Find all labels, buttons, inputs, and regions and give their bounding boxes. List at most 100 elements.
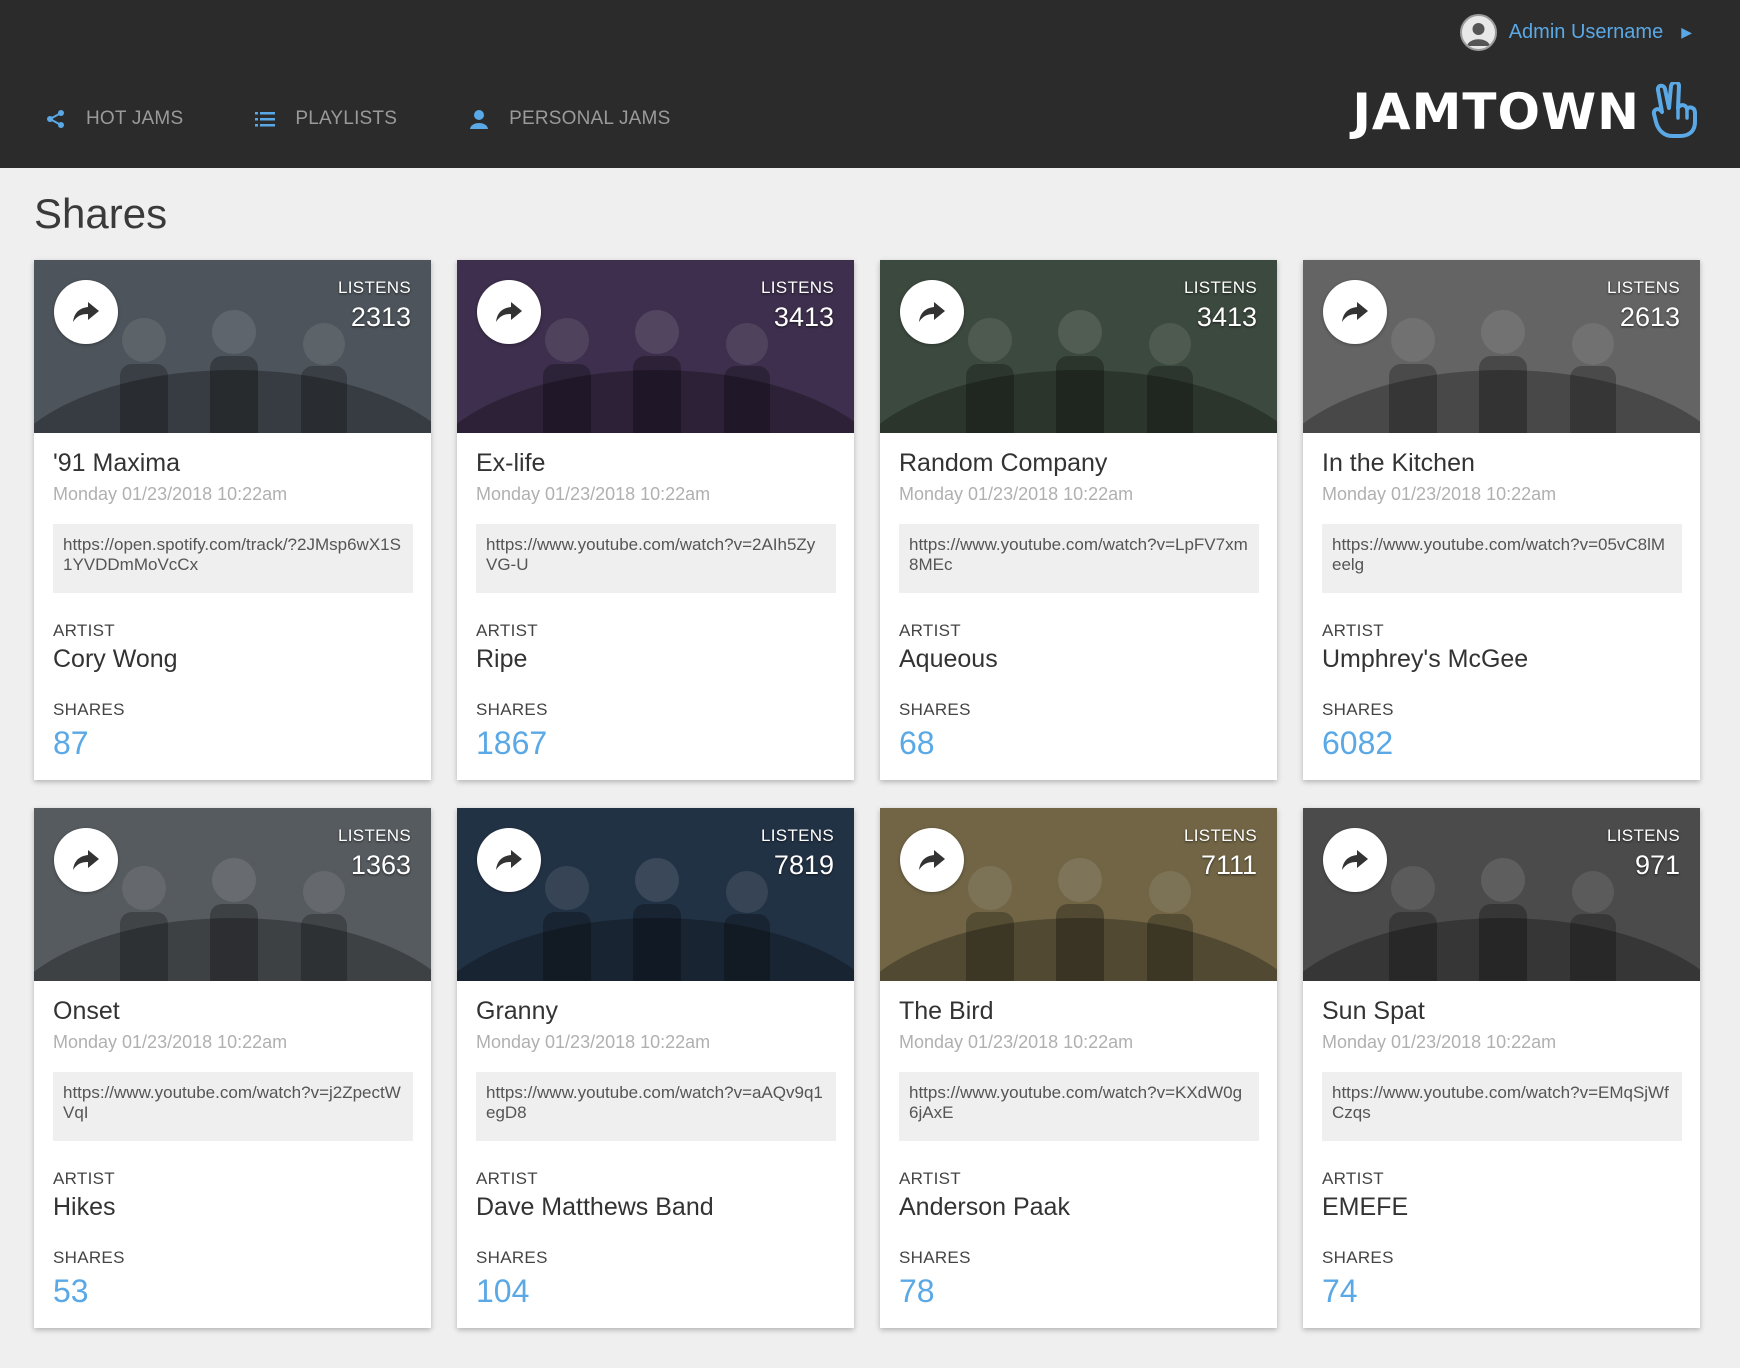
logo-text: JAMTOWN — [1352, 83, 1640, 141]
track-url[interactable]: https://www.youtube.com/watch?v=05vC8lMe… — [1322, 524, 1682, 593]
listens-label: LISTENS — [1607, 826, 1680, 845]
shares-count: 87 — [53, 725, 89, 761]
listens-count: 7819 — [773, 850, 834, 880]
listens-block: LISTENS 7111 — [1184, 826, 1257, 881]
shares-label: SHARES — [1322, 700, 1394, 719]
share-icon — [44, 107, 68, 131]
shares-label: SHARES — [476, 1248, 548, 1267]
shares-count: 74 — [1322, 1273, 1358, 1309]
listens-block: LISTENS 3413 — [761, 278, 834, 333]
listens-count: 1363 — [350, 850, 411, 880]
card-photo: LISTENS 2313 — [34, 260, 431, 433]
shares-count: 1867 — [476, 725, 548, 761]
listens-block: LISTENS 2313 — [338, 278, 411, 333]
jamtown-logo[interactable]: JAMTOWN — [1352, 79, 1700, 142]
person-icon — [467, 107, 491, 131]
artist-name: Anderson Paak — [899, 1193, 1070, 1221]
share-date: Monday 01/23/2018 10:22am — [1322, 484, 1557, 504]
share-card[interactable]: LISTENS 2613 In the Kitchen Monday 01/23… — [1303, 260, 1700, 780]
track-url[interactable]: https://www.youtube.com/watch?v=LpFV7xm8… — [899, 524, 1259, 593]
card-photo: LISTENS 2613 — [1303, 260, 1700, 433]
share-button[interactable] — [477, 280, 541, 344]
card-photo: LISTENS 7819 — [457, 808, 854, 981]
top-bar: Admin Username ▶ HOT JAMS PLAYLISTS PERS… — [0, 0, 1740, 168]
listens-count: 7111 — [1200, 850, 1257, 880]
share-card[interactable]: LISTENS 7819 Granny Monday 01/23/2018 10… — [457, 808, 854, 1328]
share-card[interactable]: LISTENS 1363 Onset Monday 01/23/2018 10:… — [34, 808, 431, 1328]
track-url[interactable]: https://open.spotify.com/track/?2JMsp6wX… — [53, 524, 413, 593]
share-button[interactable] — [900, 828, 964, 892]
share-card[interactable]: LISTENS 3413 Ex-life Monday 01/23/2018 1… — [457, 260, 854, 780]
card-body: Onset Monday 01/23/2018 10:22am https://… — [34, 981, 431, 1310]
listens-block: LISTENS 3413 — [1184, 278, 1257, 333]
track-title[interactable]: Sun Spat — [1322, 997, 1682, 1026]
listens-count: 3413 — [773, 302, 834, 332]
share-card[interactable]: LISTENS 7111 The Bird Monday 01/23/2018 … — [880, 808, 1277, 1328]
card-body: The Bird Monday 01/23/2018 10:22am https… — [880, 981, 1277, 1310]
share-date: Monday 01/23/2018 10:22am — [476, 484, 711, 504]
artist-label: ARTIST — [1322, 1169, 1384, 1188]
artist-label: ARTIST — [53, 621, 115, 640]
track-title[interactable]: Granny — [476, 997, 836, 1026]
share-arrow-icon — [1342, 850, 1368, 870]
card-photo: LISTENS 1363 — [34, 808, 431, 981]
artist-name: Aqueous — [899, 645, 998, 673]
track-url[interactable]: https://www.youtube.com/watch?v=KXdW0g6j… — [899, 1072, 1259, 1141]
share-arrow-icon — [496, 850, 522, 870]
card-body: In the Kitchen Monday 01/23/2018 10:22am… — [1303, 433, 1700, 762]
track-title[interactable]: In the Kitchen — [1322, 449, 1682, 478]
nav-playlists[interactable]: PLAYLISTS — [253, 107, 397, 131]
listens-label: LISTENS — [1184, 826, 1257, 845]
share-button[interactable] — [54, 280, 118, 344]
listens-block: LISTENS 2613 — [1607, 278, 1680, 333]
track-url[interactable]: https://www.youtube.com/watch?v=aAQv9q1e… — [476, 1072, 836, 1141]
listens-label: LISTENS — [761, 278, 834, 297]
shares-count: 104 — [476, 1273, 530, 1309]
track-title[interactable]: Random Company — [899, 449, 1259, 478]
artist-label: ARTIST — [53, 1169, 115, 1188]
shares-label: SHARES — [899, 700, 971, 719]
share-arrow-icon — [1342, 302, 1368, 322]
nav-playlists-label: PLAYLISTS — [295, 108, 398, 129]
page-title: Shares — [34, 190, 168, 237]
nav-hot-jams[interactable]: HOT JAMS — [44, 107, 183, 131]
track-title[interactable]: '91 Maxima — [53, 449, 413, 478]
share-button[interactable] — [900, 280, 964, 344]
share-button[interactable] — [477, 828, 541, 892]
card-photo: LISTENS 3413 — [880, 260, 1277, 433]
shares-label: SHARES — [476, 700, 548, 719]
artist-label: ARTIST — [1322, 621, 1384, 640]
shares-grid: LISTENS 2313 '91 Maxima Monday 01/23/201… — [34, 260, 1702, 1328]
shares-label: SHARES — [1322, 1248, 1394, 1267]
card-photo: LISTENS 971 — [1303, 808, 1700, 981]
track-title[interactable]: Ex-life — [476, 449, 836, 478]
artist-name: Hikes — [53, 1193, 116, 1221]
share-button[interactable] — [1323, 828, 1387, 892]
shares-count: 68 — [899, 725, 935, 761]
shares-count: 6082 — [1322, 725, 1394, 761]
share-button[interactable] — [54, 828, 118, 892]
share-date: Monday 01/23/2018 10:22am — [53, 484, 288, 504]
artist-name: Dave Matthews Band — [476, 1193, 714, 1221]
share-arrow-icon — [919, 850, 945, 870]
shares-label: SHARES — [53, 700, 125, 719]
listens-count: 971 — [1634, 850, 1680, 880]
artist-label: ARTIST — [476, 1169, 538, 1188]
track-title[interactable]: Onset — [53, 997, 413, 1026]
user-avatar-icon — [1459, 13, 1497, 51]
user-menu[interactable]: Admin Username ▶ — [1459, 13, 1692, 51]
track-title[interactable]: The Bird — [899, 997, 1259, 1026]
share-card[interactable]: LISTENS 3413 Random Company Monday 01/23… — [880, 260, 1277, 780]
track-url[interactable]: https://www.youtube.com/watch?v=2AIh5ZyV… — [476, 524, 836, 593]
nav-personal-jams[interactable]: PERSONAL JAMS — [467, 107, 670, 131]
track-url[interactable]: https://www.youtube.com/watch?v=j2ZpectW… — [53, 1072, 413, 1141]
card-body: Granny Monday 01/23/2018 10:22am https:/… — [457, 981, 854, 1310]
share-card[interactable]: LISTENS 2313 '91 Maxima Monday 01/23/201… — [34, 260, 431, 780]
share-card[interactable]: LISTENS 971 Sun Spat Monday 01/23/2018 1… — [1303, 808, 1700, 1328]
shares-label: SHARES — [899, 1248, 971, 1267]
listens-count: 3413 — [1196, 302, 1257, 332]
share-button[interactable] — [1323, 280, 1387, 344]
track-url[interactable]: https://www.youtube.com/watch?v=EMqSjWfC… — [1322, 1072, 1682, 1141]
nav-personal-jams-label: PERSONAL JAMS — [509, 108, 671, 129]
artist-name: Cory Wong — [53, 645, 178, 673]
